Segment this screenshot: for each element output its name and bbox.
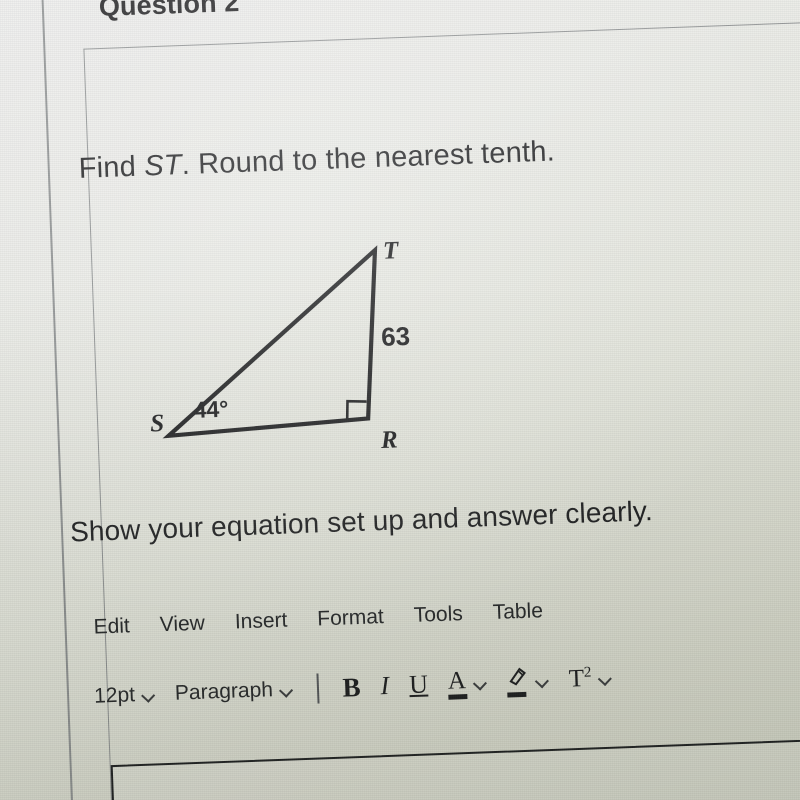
bold-button[interactable]: B bbox=[342, 671, 361, 702]
highlight-color-swatch bbox=[507, 691, 527, 698]
highlighter-pen-svg bbox=[509, 667, 526, 686]
font-size-dropdown[interactable]: 12pt bbox=[94, 682, 156, 708]
page-title: Question 2 bbox=[98, 0, 240, 23]
question-header-divider bbox=[83, 18, 800, 51]
menu-item-view[interactable]: View bbox=[159, 612, 205, 638]
chevron-down-icon bbox=[474, 678, 487, 686]
block-format-dropdown[interactable]: Paragraph bbox=[175, 677, 294, 705]
answer-editor-textarea[interactable] bbox=[110, 734, 800, 800]
left-rail-divider bbox=[40, 0, 76, 800]
chevron-down-icon bbox=[598, 674, 611, 682]
text-color-dropdown[interactable]: A bbox=[447, 666, 487, 700]
menu-item-insert[interactable]: Insert bbox=[234, 609, 287, 635]
vertex-label-t: T bbox=[382, 237, 399, 265]
vertex-label-r: R bbox=[380, 426, 399, 455]
chevron-down-icon bbox=[536, 676, 549, 684]
italic-button[interactable]: I bbox=[380, 671, 390, 700]
toolbar-divider bbox=[316, 673, 320, 704]
menu-item-tools[interactable]: Tools bbox=[413, 602, 463, 628]
superscript-exponent: 2 bbox=[583, 664, 592, 681]
angle-measure-label: 44° bbox=[193, 395, 229, 423]
screenshot-photo: Question 2 Find ST. Round to the nearest… bbox=[0, 0, 800, 800]
superscript-base: T bbox=[568, 664, 585, 693]
highlight-color-dropdown[interactable] bbox=[506, 664, 549, 698]
triangle-figure: T R S 63 44° bbox=[146, 237, 445, 490]
menu-item-table[interactable]: Table bbox=[492, 599, 543, 625]
text-color-swatch bbox=[448, 693, 468, 700]
triangle-diagram-svg bbox=[162, 245, 378, 439]
underline-button[interactable]: U bbox=[409, 669, 429, 699]
menu-item-edit[interactable]: Edit bbox=[93, 614, 130, 639]
prompt-suffix: . Round to the nearest tenth. bbox=[181, 135, 556, 182]
chevron-down-icon bbox=[142, 690, 155, 698]
prompt-prefix: Find bbox=[78, 150, 145, 185]
superscript-button[interactable]: T2 bbox=[568, 664, 592, 693]
lms-question-screen: Question 2 Find ST. Round to the nearest… bbox=[0, 0, 800, 800]
question-prompt-line-1: Find ST. Round to the nearest tenth. bbox=[78, 135, 555, 185]
side-length-label: 63 bbox=[380, 320, 411, 352]
prompt-segment-name: ST bbox=[143, 149, 183, 183]
vertex-label-s: S bbox=[149, 409, 165, 438]
chevron-down-icon bbox=[280, 685, 293, 693]
superscript-dropdown[interactable]: T2 bbox=[568, 664, 612, 694]
highlighter-pen-icon[interactable] bbox=[506, 665, 529, 698]
text-color-glyph: A bbox=[447, 666, 467, 695]
editor-toolbar: 12pt Paragraph B I U A T2 bbox=[94, 662, 613, 713]
font-size-value: 12pt bbox=[93, 683, 136, 708]
block-format-value: Paragraph bbox=[174, 678, 274, 705]
menu-item-format[interactable]: Format bbox=[317, 605, 384, 631]
text-color-icon[interactable]: A bbox=[447, 666, 468, 700]
editor-menubar: Edit View Insert Format Tools Table bbox=[93, 599, 543, 639]
question-prompt-line-2: Show your equation set up and answer cle… bbox=[69, 495, 654, 548]
